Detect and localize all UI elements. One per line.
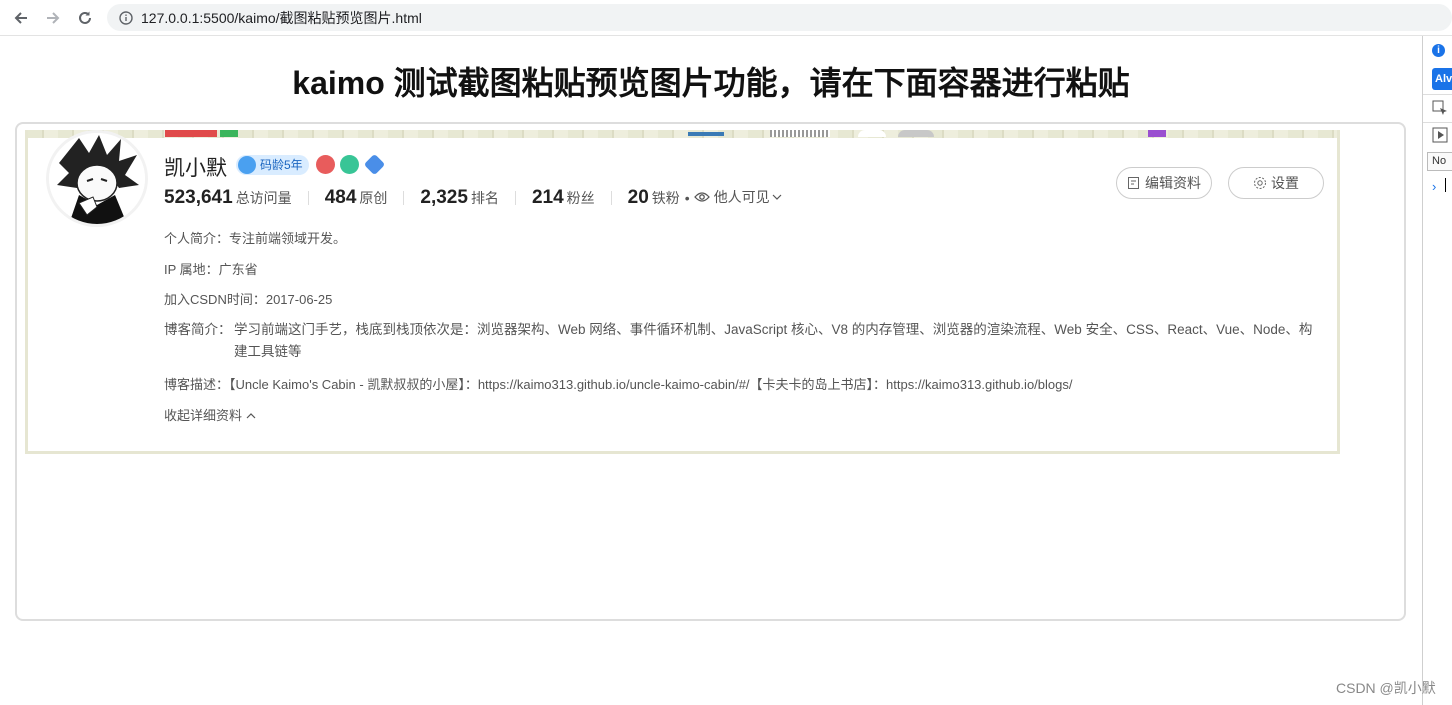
join-date: 加入CSDN时间：2017-06-25 (164, 289, 332, 311)
url-text: 127.0.0.1:5500/kaimo/截图粘贴预览图片.html (141, 9, 422, 26)
shield-medal-icon[interactable] (363, 153, 386, 176)
banner-decoration (165, 130, 217, 137)
avatar[interactable] (46, 130, 148, 227)
pasted-screenshot: 凯小默 码龄5年 523,641 总访问量 484 原创 2,325 排名 21… (25, 130, 1340, 454)
stat-fans[interactable]: 214 粉丝 (532, 187, 595, 209)
stat-label: 粉丝 (566, 190, 595, 206)
stat-value: 523,641 (164, 187, 233, 208)
stat-label: 铁粉 (651, 190, 680, 206)
stats-row: 523,641 总访问量 484 原创 2,325 排名 214 粉丝 20 铁… (164, 187, 782, 209)
page-title: kaimo 测试截图粘贴预览图片功能，请在下面容器进行粘贴 (292, 65, 1130, 101)
forward-arrow-icon[interactable] (40, 5, 66, 31)
visibility-dropdown[interactable]: 他人可见 (693, 187, 782, 207)
console-prompt-icon: › (1432, 179, 1437, 194)
stat-label: 原创 (359, 190, 388, 206)
visibility-label: 他人可见 (713, 189, 770, 205)
back-arrow-icon[interactable] (8, 5, 34, 31)
divider (514, 191, 516, 205)
csdn-watermark: CSDN @凯小默 (1336, 680, 1436, 696)
join-label: 加入CSDN时间： (164, 292, 266, 307)
code-age-label: 码龄5年 (260, 158, 303, 172)
divider (307, 191, 309, 205)
divider (1423, 94, 1452, 95)
devtools-filter-field[interactable]: No (1427, 152, 1452, 171)
chevron-down-icon (772, 193, 782, 201)
text-caret (1445, 178, 1446, 192)
stat-value: 484 (324, 187, 357, 208)
flag-medal-icon[interactable] (316, 155, 335, 174)
banner-decoration (858, 130, 886, 137)
intro-value: 专注前端领域开发。 (229, 231, 347, 246)
stat-value: 214 (531, 187, 564, 208)
address-bar[interactable]: 127.0.0.1:5500/kaimo/截图粘贴预览图片.html (107, 4, 1452, 31)
reload-icon[interactable] (72, 5, 98, 31)
divider (1423, 122, 1452, 123)
stat-label: 总访问量 (235, 190, 292, 206)
chevron-up-icon (246, 408, 256, 423)
stat-iron-fans[interactable]: 20 铁粉 (628, 187, 680, 209)
devtools-panel: i Alv No › (1422, 36, 1452, 705)
settings-label: 设置 (1271, 175, 1299, 191)
stat-rank[interactable]: 2,325 排名 (420, 187, 499, 209)
stat-value: 20 (627, 187, 649, 208)
dot-separator: • (684, 190, 690, 206)
collapse-label: 收起详细资料 (164, 408, 243, 423)
ip-value: 广东省 (218, 262, 258, 277)
personal-intro: 个人简介：专注前端领域开发。 (164, 228, 346, 250)
blog-desc-label: 博客描述： (164, 377, 230, 392)
browser-toolbar: 127.0.0.1:5500/kaimo/截图粘贴预览图片.html (0, 0, 1452, 36)
blog-desc-value[interactable]: 【Uncle Kaimo's Cabin - 凯默叔叔的小屋】：https://… (229, 377, 1072, 392)
blog-intro-label: 博客简介： (164, 322, 232, 337)
eye-icon (693, 191, 710, 203)
code-age-badge: 码龄5年 (236, 155, 309, 175)
ip-label: IP 属地： (164, 262, 219, 277)
divider (403, 191, 405, 205)
intro-label: 个人简介： (164, 231, 230, 246)
banner-decoration (688, 132, 724, 136)
devtools-tab[interactable]: Alv (1432, 68, 1452, 90)
edit-profile-label: 编辑资料 (1145, 175, 1201, 191)
profile-name[interactable]: 凯小默 (164, 152, 227, 182)
blog-intro-value: 学习前端这门手艺，栈底到栈顶依次是：浏览器架构、Web 网络、事件循环机制、Ja… (234, 322, 1313, 359)
play-panel-icon[interactable] (1432, 127, 1448, 143)
avatar-illustration (49, 133, 145, 224)
blog-description: 博客描述：【Uncle Kaimo's Cabin - 凯默叔叔的小屋】：htt… (164, 374, 1324, 396)
stat-visits[interactable]: 523,641 总访问量 (164, 187, 292, 209)
banner-decoration (898, 130, 934, 137)
settings-button[interactable]: 设置 (1228, 167, 1324, 199)
gear-icon (1254, 177, 1266, 189)
info-icon[interactable] (119, 10, 133, 25)
stat-value: 2,325 (420, 187, 468, 208)
join-value: 2017-06-25 (265, 292, 333, 307)
stat-label: 排名 (470, 190, 499, 206)
blog-intro: 博客简介： 学习前端这门手艺，栈底到栈顶依次是：浏览器架构、Web 网络、事件循… (164, 319, 1324, 363)
code-age-icon (238, 156, 256, 174)
banner-decoration (220, 130, 238, 137)
banner-decoration (1148, 130, 1166, 137)
edit-profile-button[interactable]: 编辑资料 (1116, 167, 1212, 199)
divider (610, 191, 612, 205)
edit-icon (1128, 177, 1139, 189)
inspect-element-icon[interactable] (1432, 100, 1448, 116)
stat-original[interactable]: 484 原创 (325, 187, 388, 209)
devtools-info-icon[interactable]: i (1432, 44, 1445, 57)
collapse-details-link[interactable]: 收起详细资料 (164, 405, 256, 424)
user-medal-icon[interactable] (340, 155, 359, 174)
ip-location: IP 属地：广东省 (164, 259, 258, 281)
banner-decoration (770, 130, 830, 137)
